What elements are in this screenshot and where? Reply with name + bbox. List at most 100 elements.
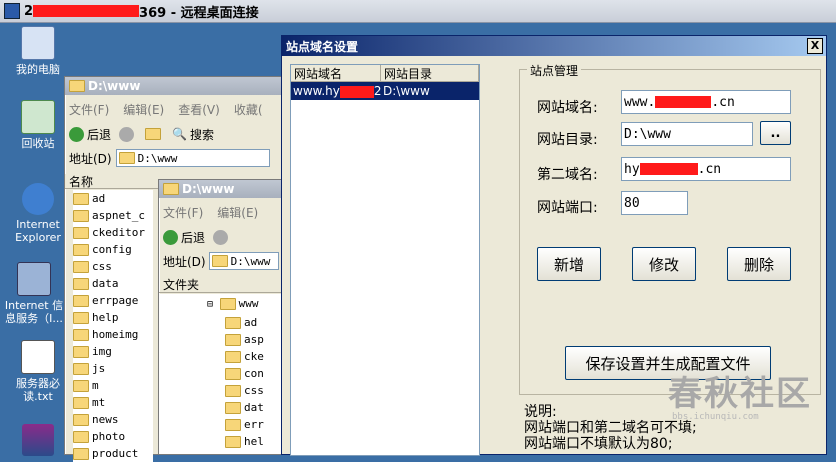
explorer2-address-bar: 地址(D) D:\www: [159, 251, 293, 271]
folder-icon: [73, 413, 89, 426]
forward-button[interactable]: [213, 229, 231, 245]
folder-icon: [73, 396, 89, 409]
desktop-icon-iis[interactable]: Internet 信息服务（I...: [2, 262, 66, 325]
col-dir[interactable]: 网站目录: [381, 65, 479, 81]
folder-icon: [163, 183, 179, 195]
file-list-item[interactable]: aspnet_c: [73, 207, 153, 224]
winrar-icon: [22, 424, 54, 456]
file-list-item[interactable]: img: [73, 343, 153, 360]
folder-icon: [225, 367, 241, 380]
forward-arrow-icon: [213, 229, 229, 245]
tree-item[interactable]: dat: [225, 399, 264, 416]
menu-view[interactable]: 查看(V): [178, 101, 220, 118]
folder-tree: ⊟ www ad asp cke con css dat err hel: [159, 294, 293, 454]
up-folder-icon: [145, 128, 162, 140]
desktop-icon-archive[interactable]: [6, 424, 70, 459]
folder-icon: [225, 384, 241, 397]
folder-icon: [73, 362, 89, 375]
file-list-item[interactable]: help: [73, 309, 153, 326]
file-list-item[interactable]: css: [73, 258, 153, 275]
folder-icon: [73, 379, 89, 392]
tree-item[interactable]: cke: [225, 348, 264, 365]
up-folder-button[interactable]: [145, 128, 164, 140]
explorer2-title-bar: D:\www: [159, 180, 293, 198]
folder-icon: [73, 192, 89, 205]
forward-button[interactable]: [119, 126, 137, 142]
explorer2-toolbar: 后退: [159, 226, 293, 248]
port-input[interactable]: 80: [621, 191, 688, 215]
col-domain[interactable]: 网站域名: [291, 65, 381, 81]
domain-input[interactable]: www. .cn: [621, 90, 791, 114]
file-list-item[interactable]: homeimg: [73, 326, 153, 343]
folder-icon: [118, 152, 135, 164]
file-list-item[interactable]: js: [73, 360, 153, 377]
dir-label: 网站目录:: [537, 132, 598, 148]
file-list: ad aspnet_c ckeditor config css data errpage he…: [73, 190, 153, 462]
folder-icon: [69, 80, 85, 92]
edit-button[interactable]: 修改: [632, 247, 696, 281]
tree-item[interactable]: err: [225, 416, 264, 433]
folder-icon: [73, 243, 89, 256]
tree-root-www[interactable]: ⊟ www: [207, 297, 259, 310]
back-arrow-icon: [69, 126, 84, 142]
dir-input[interactable]: D:\www: [621, 122, 753, 146]
menu-edit[interactable]: 编辑(E): [217, 204, 258, 221]
row-domain: www.hy: [293, 84, 340, 98]
computer-icon: [21, 26, 55, 60]
search-button[interactable]: 🔍 搜索: [172, 126, 214, 143]
dialog-close-button[interactable]: X: [807, 38, 823, 54]
watermark-logo: 春秋社区: [668, 374, 812, 414]
second-domain-input[interactable]: hy .cn: [621, 157, 791, 181]
address-input[interactable]: D:\www: [115, 149, 270, 167]
tree-item[interactable]: css: [225, 382, 264, 399]
delete-button[interactable]: 删除: [727, 247, 791, 281]
site-domain-settings-dialog: 站点域名设置 X 网站域名 网站目录 www.hy 2 D:\www 站点管理 网…: [281, 35, 827, 456]
folder-icon: [225, 333, 241, 346]
file-list-item[interactable]: news: [73, 411, 153, 428]
notes-line-1: 网站端口和第二域名可不填;: [524, 420, 697, 436]
back-button[interactable]: 后退: [163, 229, 205, 246]
browse-dir-button[interactable]: ..: [760, 121, 791, 145]
file-list-item[interactable]: ckeditor: [73, 224, 153, 241]
desktop-icon-my-computer[interactable]: 我的电脑: [6, 26, 70, 76]
file-list-item[interactable]: errpage: [73, 292, 153, 309]
desktop-icon-recycle-bin[interactable]: 回收站: [6, 100, 70, 150]
file-list-item[interactable]: photo: [73, 428, 153, 445]
tree-item[interactable]: ad: [225, 314, 264, 331]
back-button[interactable]: 后退: [69, 126, 111, 143]
menu-edit[interactable]: 编辑(E): [123, 101, 164, 118]
folder-icon: [225, 435, 241, 448]
file-list-item[interactable]: config: [73, 241, 153, 258]
address-input[interactable]: D:\www: [208, 252, 279, 270]
second-domain-label: 第二域名:: [537, 167, 598, 183]
menu-file[interactable]: 文件(F): [69, 101, 109, 118]
address-label: 地址(D): [69, 151, 112, 166]
redacted-domain: [339, 85, 374, 98]
menu-favorites[interactable]: 收藏(: [234, 101, 263, 118]
folders-pane-header: 文件夹: [159, 276, 293, 293]
file-list-item[interactable]: product: [73, 445, 153, 462]
tree-item[interactable]: con: [225, 365, 264, 382]
tree-item[interactable]: hel: [225, 433, 264, 450]
folder-icon: [225, 350, 241, 363]
address-label: 地址(D): [163, 254, 206, 269]
folder-icon: [73, 294, 89, 307]
recycle-bin-icon: [21, 100, 55, 134]
site-list[interactable]: 网站域名 网站目录 www.hy 2 D:\www: [290, 64, 480, 456]
search-icon: 🔍: [172, 127, 187, 141]
file-list-item[interactable]: data: [73, 275, 153, 292]
folder-icon: [73, 447, 89, 460]
desktop-icon-ie[interactable]: Internet Explorer: [6, 183, 70, 244]
add-button[interactable]: 新增: [537, 247, 601, 281]
file-list-item[interactable]: m: [73, 377, 153, 394]
tree-item[interactable]: asp: [225, 331, 264, 348]
menu-file[interactable]: 文件(F): [163, 204, 203, 221]
redacted-domain: [639, 163, 698, 175]
site-list-row[interactable]: www.hy 2 D:\www: [291, 82, 479, 100]
desktop-icon-readme[interactable]: 服务器必读.txt: [6, 340, 70, 403]
iis-icon: [17, 262, 51, 296]
file-list-item[interactable]: ad: [73, 190, 153, 207]
folder-icon: [73, 226, 89, 239]
file-list-item[interactable]: mt: [73, 394, 153, 411]
watermark-url: bbs.ichunqiu.com: [672, 412, 759, 422]
